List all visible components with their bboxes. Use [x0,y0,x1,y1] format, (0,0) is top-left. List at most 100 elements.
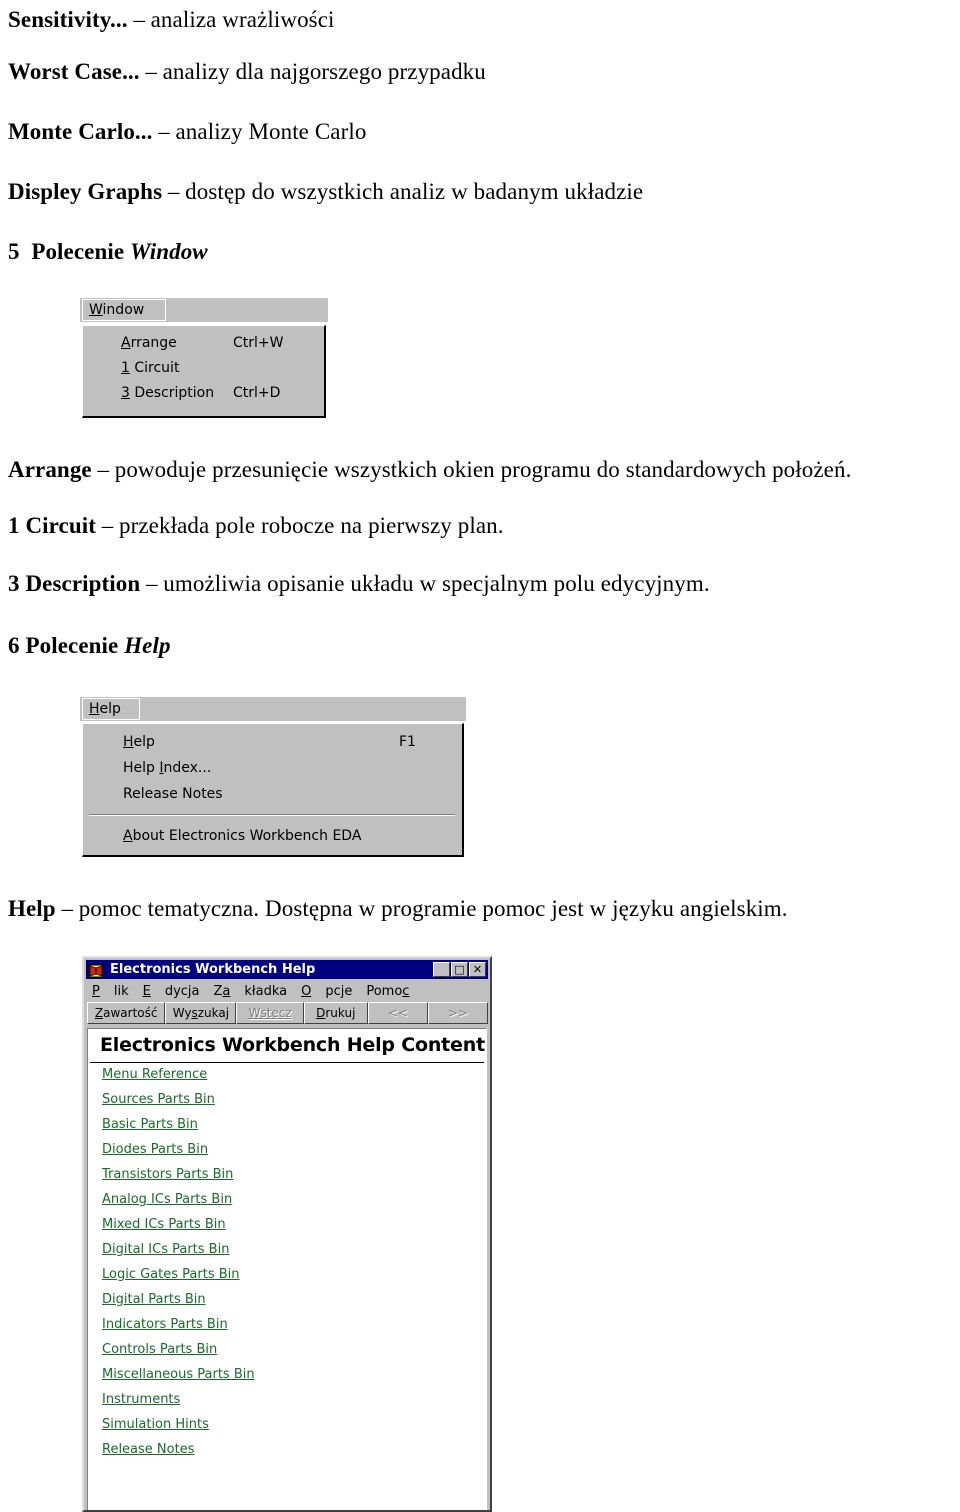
menu-item-arrange-label: rrange [130,335,177,351]
help-menu-panel: Help F1 Help Index... Release Notes Abou… [82,723,464,857]
help-link-miscellaneous-parts-bin[interactable]: Miscellaneous Parts Bin [102,1367,255,1382]
heading-italic-help: Help [124,633,171,658]
minimize-icon[interactable]: _ [433,962,450,979]
menubar-item-opcje[interactable]: Opcje [301,984,352,999]
help-link-controls-parts-bin[interactable]: Controls Parts Bin [102,1342,217,1357]
heading-polecenie-help: 6 Polecenie Help [8,632,171,660]
accel-char: A [123,828,133,844]
toolbar-button-wstecz-label: Wstecz [248,1006,292,1020]
help-link-analog-ics-parts-bin[interactable]: Analog ICs Parts Bin [102,1192,232,1207]
term-3-description: 3 Description [8,571,141,596]
menu-item-help-label: elp [133,734,155,750]
toolbar-button-drukuj-label: Drukuj [316,1006,356,1020]
term-sensitivity: Sensitivity... [8,7,128,32]
content-divider [90,1062,484,1063]
menubar-item-help[interactable]: Help [82,698,140,720]
dash: – [140,571,164,596]
help-menubar: Help [80,697,466,721]
help-link-instruments[interactable]: Instruments [102,1392,180,1407]
prose-line-1-circuit: 1 Circuit – przekłada pole robocze na pi… [8,512,504,540]
help-link-basic-parts-bin[interactable]: Basic Parts Bin [102,1117,198,1132]
help-link-mixed-ics-parts-bin[interactable]: Mixed ICs Parts Bin [102,1217,226,1232]
heading-polecenie-window: 5 Polecenie Window [8,238,208,266]
term-1-circuit: 1 Circuit [8,513,96,538]
window-menubar: Window [80,298,328,322]
toolbar-button-wyszukaj-label: Wyszukaj [172,1006,230,1020]
help-window-menubar: Plik Edycja Za kładka Opcje Pomoc [86,981,488,1001]
help-link-transistors-parts-bin[interactable]: Transistors Parts Bin [102,1167,233,1182]
prose-line-3-description: 3 Description – umożliwia opisanie układ… [8,570,710,598]
desc-worst-case: analizy dla najgorszego przypadku [162,59,486,84]
menu-item-3-description[interactable]: 3 Description [121,382,214,404]
menubar-item-pomoc[interactable]: Pomoc [366,984,423,999]
menu-item-help-index[interactable]: Help Index... [123,756,211,780]
prose-line-sensitivity: Sensitivity... – analiza wrażliwości [8,6,335,34]
term-worst-case: Worst Case... [8,59,140,84]
menu-item-help[interactable]: Help [123,730,155,754]
help-link-release-notes[interactable]: Release Notes [102,1442,194,1457]
accel-char: c [402,983,410,999]
dash: – [139,59,163,84]
shortcut-help: F1 [399,734,416,750]
prose-line-monte-carlo: Monte Carlo... – analizy Monte Carlo [8,118,366,146]
help-topic-list: Menu Reference Sources Parts Bin Basic P… [88,1067,486,1457]
menu-item-about[interactable]: About Electronics Workbench EDA [123,824,361,848]
accel-char: a [222,983,231,999]
help-window-title: Electronics Workbench Help [110,962,316,977]
help-book-icon [88,963,104,977]
toolbar-button-wyszukaj[interactable]: Wyszukaj [165,1002,237,1024]
menubar-item-edycja[interactable]: Edycja [143,984,200,999]
close-icon[interactable]: ✕ [469,962,486,977]
help-link-sources-parts-bin[interactable]: Sources Parts Bin [102,1092,215,1107]
menubar-item-plik[interactable]: Plik [92,984,129,999]
help-link-digital-ics-parts-bin[interactable]: Digital ICs Parts Bin [102,1242,229,1257]
accel-char: P [92,983,100,999]
window-menu-screenshot: Window Arrange Ctrl+W 1 Circuit 3 Descri… [80,298,328,421]
menu-item-1-circuit-label: Circuit [129,360,180,376]
help-link-menu-reference[interactable]: Menu Reference [102,1067,207,1082]
maximize-glyph: □ [454,963,465,976]
heading-number: 5 [8,239,20,264]
help-window-toolbar: Zawartość Wyszukaj Wstecz Drukuj << >> [86,1002,488,1026]
menu-item-help-index-pre: Help [123,760,160,776]
toolbar-button-zawartosc[interactable]: Zawartość [87,1002,166,1024]
minimize-glyph: _ [438,966,445,979]
toolbar-button-prev[interactable]: << [367,1002,428,1024]
menu-item-about-label: bout Electronics Workbench EDA [132,828,362,844]
accel-char: A [121,335,131,351]
prose-line-worst-case: Worst Case... – analizy dla najgorszego … [8,58,486,86]
help-link-digital-parts-bin[interactable]: Digital Parts Bin [102,1292,206,1307]
help-menu-screenshot: Help Help F1 Help Index... Release Notes… [80,697,466,859]
window-menu-panel: Arrange Ctrl+W 1 Circuit 3 Description C… [82,325,326,418]
prose-line-arrange: Arrange – powoduje przesunięcie wszystki… [8,456,851,484]
help-link-logic-gates-parts-bin[interactable]: Logic Gates Parts Bin [102,1267,240,1282]
maximize-icon[interactable]: □ [451,962,468,977]
menubar-item-window-accel: W [89,302,103,318]
help-link-simulation-hints[interactable]: Simulation Hints [102,1417,209,1432]
electronics-workbench-help-window: Electronics Workbench Help _ □ ✕ Plik Ed… [82,956,492,1512]
menu-item-release-notes[interactable]: Release Notes [123,782,223,806]
help-link-indicators-parts-bin[interactable]: Indicators Parts Bin [102,1317,228,1332]
menu-item-arrange[interactable]: Arrange [121,332,177,354]
menubar-item-window[interactable]: Window [82,299,166,321]
help-link-diodes-parts-bin[interactable]: Diodes Parts Bin [102,1142,208,1157]
toolbar-button-wstecz[interactable]: Wstecz [236,1002,304,1024]
help-window-titlebar[interactable]: Electronics Workbench Help _ □ ✕ [86,960,488,979]
toolbar-button-zawartosc-label: Zawartość [94,1006,158,1020]
help-window-content[interactable]: Electronics Workbench Help Contents Menu… [87,1028,487,1510]
heading-label: Polecenie [25,633,125,658]
menu-separator [89,814,455,816]
desc-1-circuit: przekłada pole robocze na pierwszy plan. [119,513,504,538]
dash: – [162,179,186,204]
menubar-item-zakladka[interactable]: Za kładka [214,984,288,999]
accel-char: 1 [121,360,130,376]
menu-item-1-circuit[interactable]: 1 Circuit [121,357,179,379]
dash: – [55,896,79,921]
toolbar-button-drukuj[interactable]: Drukuj [303,1002,368,1024]
menubar-item-help-rest: elp [99,701,121,717]
heading-number: 6 [8,633,20,658]
term-help: Help [8,896,56,921]
toolbar-button-next[interactable]: >> [427,1002,488,1024]
heading-italic-window: Window [130,239,208,264]
toolbar-button-next-label: >> [447,1006,468,1020]
